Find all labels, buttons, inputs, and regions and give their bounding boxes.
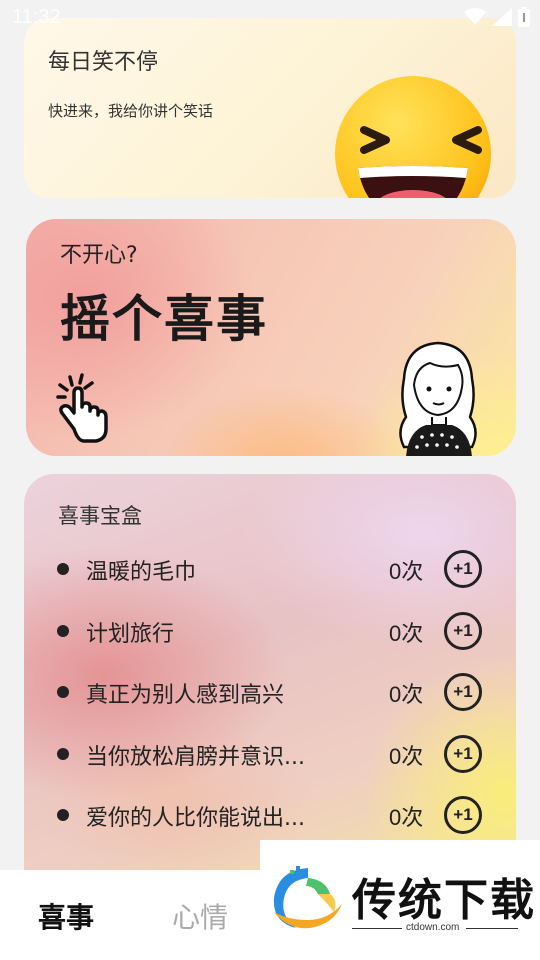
tab-happy-events[interactable]: 喜事: [38, 896, 94, 936]
item-label: 爱你的人比你能说出...: [86, 806, 305, 831]
shake-headline: 摇个喜事: [60, 290, 268, 348]
status-bar: 11:32: [0, 0, 540, 36]
watermark-url: ctdown.com: [406, 922, 460, 933]
happy-box-list: 温暖的毛巾 0次 +1 计划旅行 0次 +1 真正为别人感到高兴 0次 +1 当…: [24, 538, 516, 846]
shake-card[interactable]: 不开心? 摇个喜事: [26, 219, 516, 456]
list-item: 真正为别人感到高兴 0次 +1: [24, 661, 516, 723]
watermark: 传统下载 ctdown.com: [260, 840, 540, 940]
signal-icon: [492, 8, 512, 26]
status-icons: [464, 7, 530, 27]
plus-one-button[interactable]: +1: [444, 550, 482, 588]
battery-icon: [518, 7, 530, 27]
bullet-icon: [57, 747, 69, 760]
bullet-icon: [57, 686, 69, 698]
happy-box-title: 喜事宝盒: [58, 504, 142, 528]
watermark-rule: [466, 928, 518, 929]
item-count: 0次: [389, 743, 424, 769]
daily-joke-title: 每日笑不停: [48, 50, 159, 75]
daily-joke-subtitle: 快进来，我给你讲个笑话: [48, 102, 214, 120]
plus-one-button[interactable]: +1: [444, 734, 482, 773]
bullet-icon: [57, 809, 69, 821]
list-item: 当你放松肩膀并意识... 0次 +1: [24, 723, 516, 785]
laughing-emoji-icon: [335, 76, 491, 198]
item-label: 当你放松肩膀并意识...: [86, 744, 305, 770]
shake-question: 不开心?: [60, 243, 138, 268]
tap-hand-icon: [56, 373, 108, 443]
bullet-icon: [57, 624, 69, 637]
plus-one-button[interactable]: +1: [444, 673, 482, 711]
happy-box-card: 喜事宝盒 温暖的毛巾 0次 +1 计划旅行 0次 +1 真正为别人感到高兴 0次…: [24, 474, 516, 894]
item-label: 计划旅行: [86, 621, 175, 647]
status-time: 11:32: [12, 6, 61, 28]
list-item: 计划旅行 0次 +1: [24, 600, 516, 662]
brand-logo-icon: [273, 866, 342, 929]
daily-joke-card[interactable]: 每日笑不停 快进来，我给你讲个笑话: [24, 18, 516, 198]
plus-one-button[interactable]: +1: [444, 611, 482, 650]
watermark-rule: [352, 928, 402, 929]
girl-illustration: [399, 341, 477, 456]
bullet-icon: [57, 563, 69, 575]
item-count: 0次: [389, 805, 424, 830]
list-item: 温暖的毛巾 0次 +1: [24, 538, 516, 600]
item-count: 0次: [389, 620, 424, 646]
item-label: 真正为别人感到高兴: [86, 683, 285, 708]
plus-one-button[interactable]: +1: [444, 796, 482, 834]
item-count: 0次: [389, 682, 424, 707]
item-label: 温暖的毛巾: [86, 560, 197, 585]
tab-mood[interactable]: 心情: [172, 896, 228, 936]
list-item: 爱你的人比你能说出... 0次 +1: [24, 784, 516, 846]
watermark-brand: 传统下载: [352, 875, 536, 926]
item-count: 0次: [389, 559, 424, 584]
wifi-icon: [464, 8, 486, 25]
